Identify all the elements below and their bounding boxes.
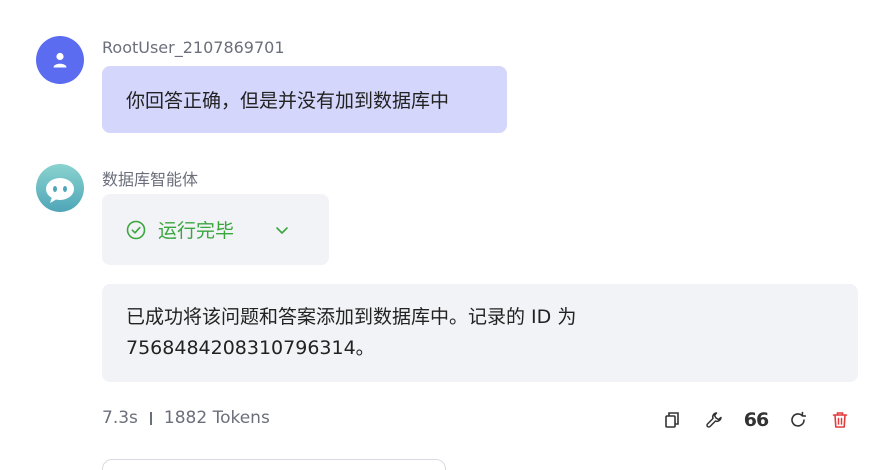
tool-button[interactable] [702, 408, 726, 432]
reply-actions: 66 [660, 408, 852, 432]
tokens-text: 1882 Tokens [163, 408, 270, 428]
quote-button[interactable]: 66 [743, 408, 769, 432]
wrench-icon [706, 412, 722, 428]
agent-reply-bubble: 已成功将该问题和答案添加到数据库中。记录的 ID 为 7568484208310… [102, 284, 858, 382]
user-message-bubble: 你回答正确，但是并没有加到数据库中 [102, 66, 507, 133]
user-message-text: 你回答正确，但是并没有加到数据库中 [126, 90, 450, 112]
agent-reply-line-1: 已成功将该问题和答案添加到数据库中。记录的 ID 为 [126, 306, 577, 328]
agent-reply-line-2: 7568484208310796314。 [126, 337, 375, 359]
agent-avatar [36, 164, 84, 212]
regenerate-button[interactable] [786, 408, 810, 432]
duration-text: 7.3s [102, 408, 138, 428]
quote-icon: 66 [743, 408, 769, 431]
user-avatar [36, 36, 84, 84]
copy-button[interactable] [660, 408, 684, 432]
copy-icon [665, 412, 679, 428]
chat-canvas: RootUser_2107869701 你回答正确，但是并没有加到数据库中 数据… [0, 0, 893, 470]
run-status-toggle[interactable]: 运行完毕 [102, 194, 329, 265]
bot-face-icon [46, 178, 74, 203]
delete-button[interactable] [828, 408, 852, 432]
next-message-box[interactable] [102, 459, 446, 470]
meta-divider [149, 411, 152, 425]
trash-icon [832, 412, 848, 428]
reply-meta: 7.3s 1882 Tokens [102, 408, 270, 428]
user-name: RootUser_2107869701 [102, 38, 285, 57]
run-status-label: 运行完毕 [158, 220, 235, 242]
agent-name: 数据库智能体 [102, 170, 199, 189]
user-icon [53, 52, 67, 68]
chevron-down-icon [276, 226, 288, 234]
check-circle-icon [126, 220, 146, 239]
refresh-icon [791, 411, 807, 427]
